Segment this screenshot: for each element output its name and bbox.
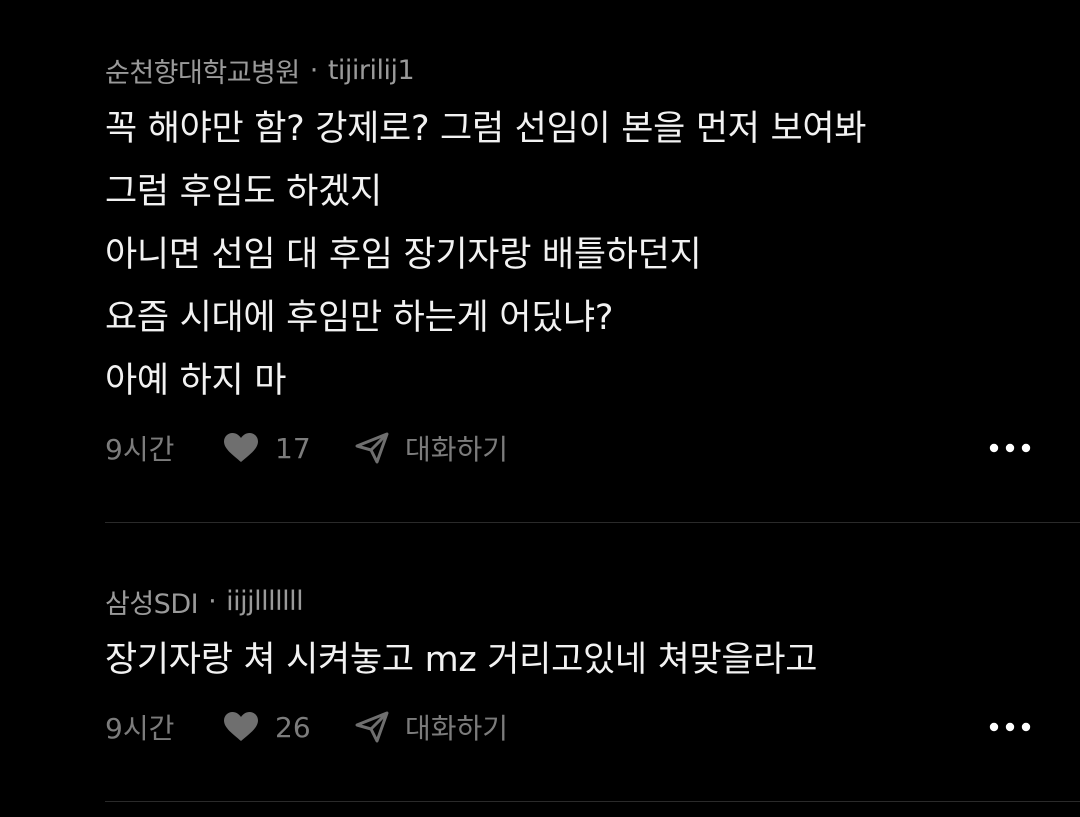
like-count: 26 (275, 710, 311, 744)
comment-text-line: 장기자랑 쳐 시켜놓고 mz 거리고있네 쳐맞을라고 (105, 640, 818, 680)
like-count: 17 (275, 431, 311, 465)
comment-text-line: 그럼 후임도 하겠지 (105, 172, 382, 212)
comment-body: 장기자랑 쳐 시켜놓고 mz 거리고있네 쳐맞을라고 (105, 629, 1035, 692)
comment-item: 삼성SDI · iijjlllllll 장기자랑 쳐 시켜놓고 mz 거리고있네… (105, 573, 1035, 752)
comment-text-line: 아예 하지 마 (105, 361, 287, 401)
comment-text-line: 꼭 해야만 함? 강제로? 그럼 선임이 본을 먼저 보여봐 (105, 109, 867, 149)
author-company[interactable]: 삼성SDI (105, 582, 199, 621)
comment-actions: 9시간 26 대화하기 (105, 702, 1035, 752)
heart-icon[interactable] (223, 702, 259, 752)
reply-button[interactable]: 대화하기 (405, 423, 508, 473)
heart-icon[interactable] (223, 423, 259, 473)
author-username[interactable]: iijjlllllll (226, 586, 304, 617)
more-horizontal-icon[interactable] (985, 702, 1035, 752)
comment-meta: 순천향대학교병원 · tijirilij1 (105, 42, 1035, 98)
divider (105, 522, 1080, 523)
reply-button[interactable]: 대화하기 (405, 702, 508, 752)
comment-item: 순천향대학교병원 · tijirilij1 꼭 해야만 함? 강제로? 그럼 선… (105, 42, 1035, 473)
send-icon[interactable] (355, 702, 389, 752)
comment-meta: 삼성SDI · iijjlllllll (105, 573, 1035, 629)
meta-separator: · (208, 585, 217, 617)
send-icon[interactable] (355, 423, 389, 473)
author-company[interactable]: 순천향대학교병원 (105, 51, 300, 90)
comment-text-line: 아니면 선임 대 후임 장기자랑 배틀하던지 (105, 235, 702, 275)
divider (105, 801, 1080, 802)
comment-body: 꼭 해야만 함? 강제로? 그럼 선임이 본을 먼저 보여봐 그럼 후임도 하겠… (105, 98, 1035, 413)
meta-separator: · (309, 54, 319, 86)
comment-time: 9시간 (105, 433, 175, 466)
author-username[interactable]: tijirilij1 (328, 55, 415, 86)
comment-text-line: 요즘 시대에 후임만 하는게 어딨냐? (105, 298, 614, 338)
comment-actions: 9시간 17 대화하기 (105, 423, 1035, 473)
more-horizontal-icon[interactable] (985, 423, 1035, 473)
comment-time: 9시간 (105, 712, 175, 745)
